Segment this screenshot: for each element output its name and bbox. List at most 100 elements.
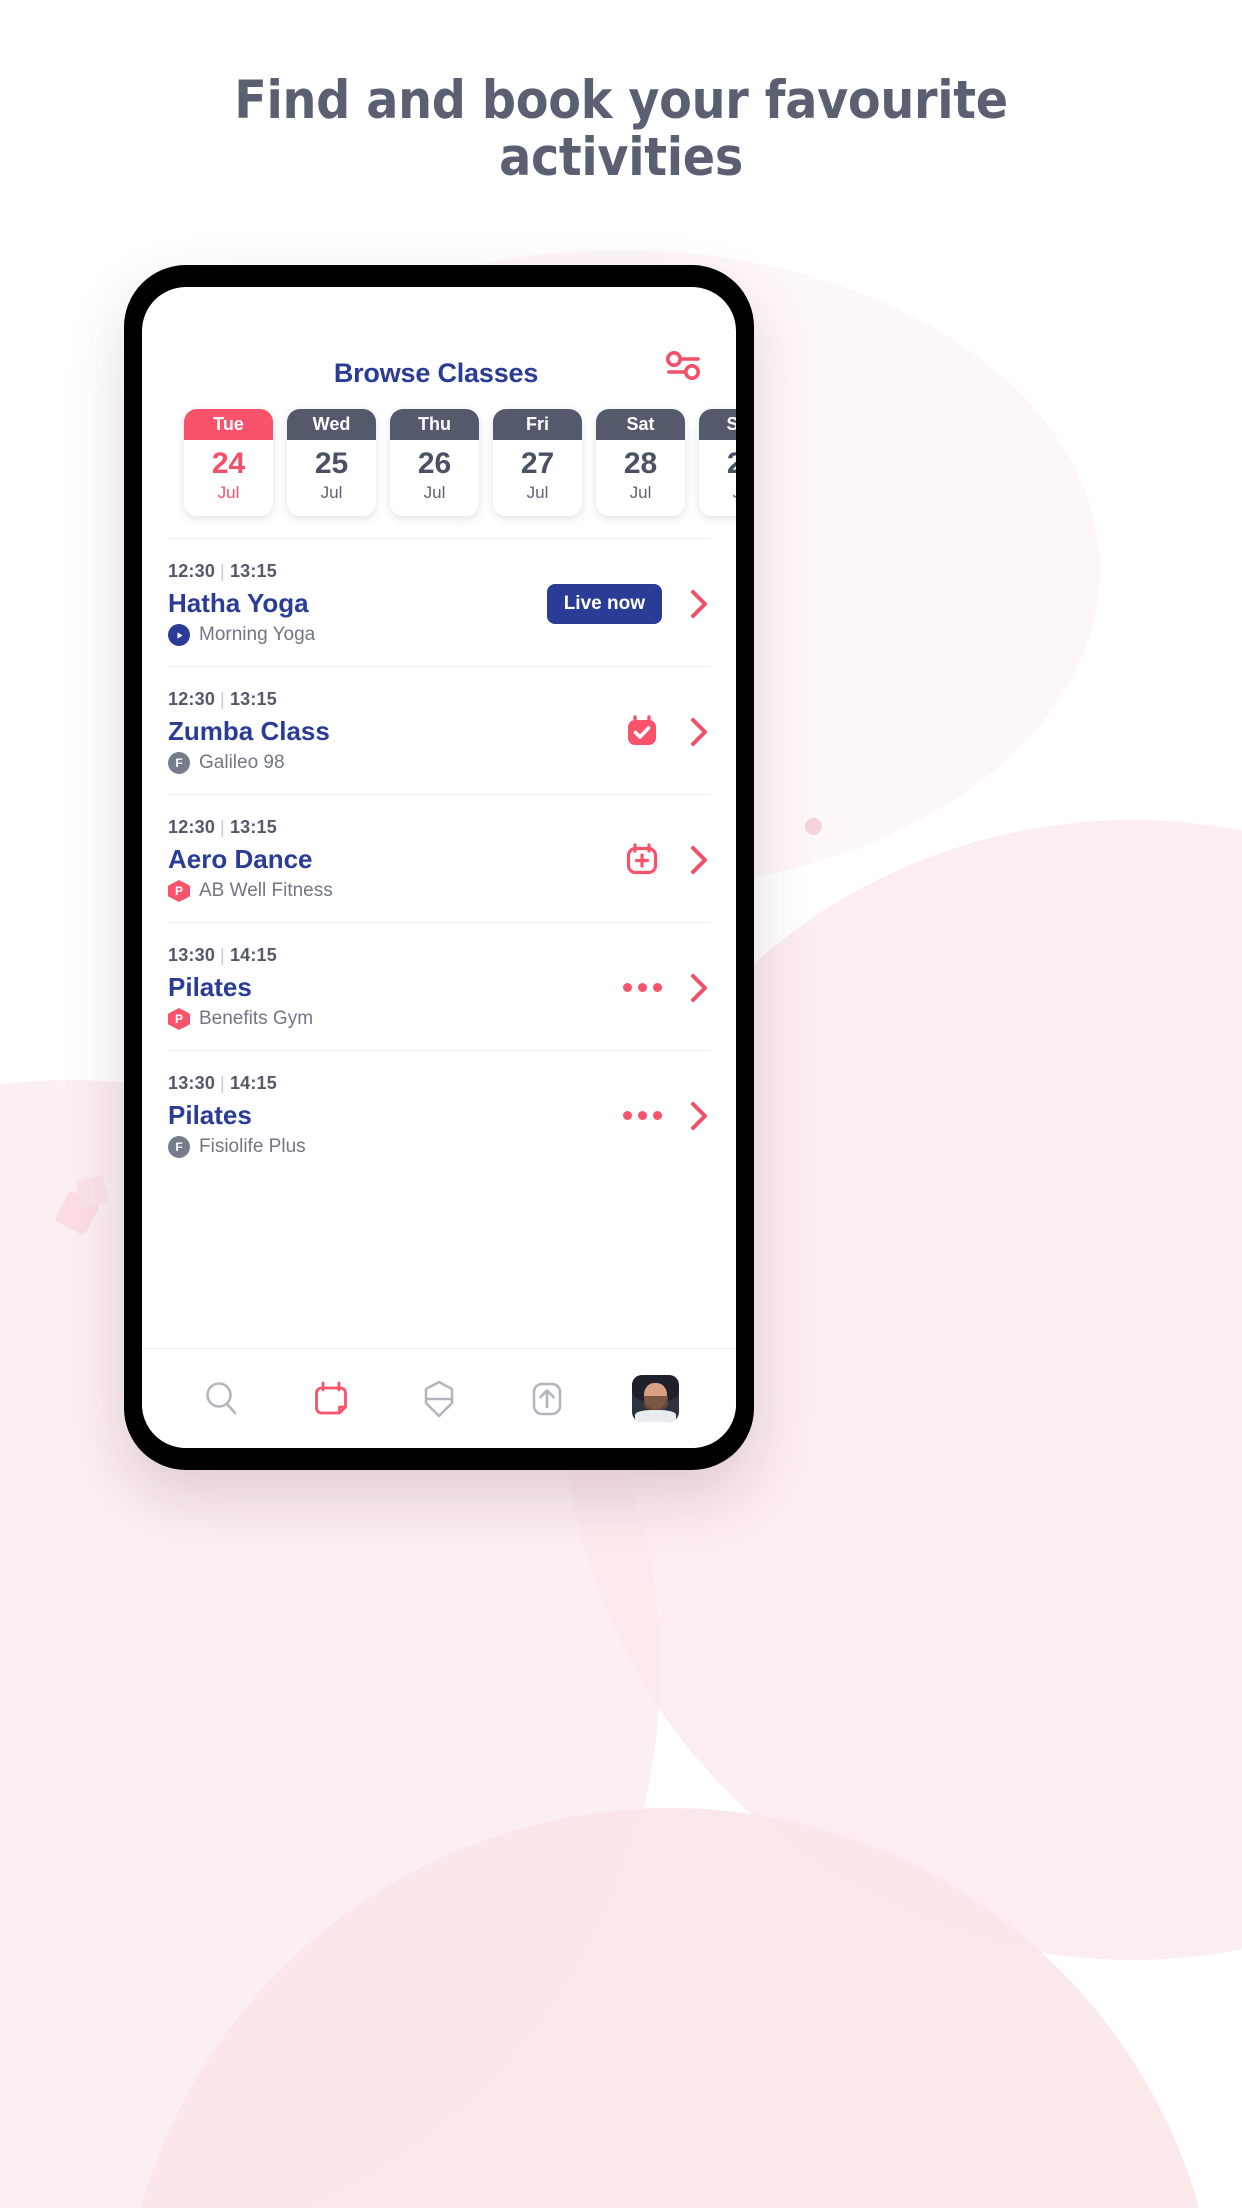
date-chip-2[interactable]: Thu 26 Jul [390,409,479,516]
class-venue: P AB Well Fitness [168,880,610,902]
calendar-plus-button[interactable] [622,841,662,879]
calendar-check-icon [628,714,656,745]
chevron-right-icon[interactable] [688,843,710,877]
class-info: 12:30 | 13:15 Aero Dance P AB Well Fitness [168,817,610,902]
search-icon [206,1381,237,1414]
phone-mockup: Browse Classes Tue 24 Jul Wed 25 Jul Thu… [124,265,754,1470]
date-chip-body: 26 Jul [390,440,479,516]
table-row[interactable]: 12:30 | 13:15 Aero Dance P AB Well Fitness [168,794,710,922]
class-start-time: 12:30 [168,689,216,709]
date-chip-month: Jul [526,483,549,502]
date-chip-body: 24 Jul [184,440,273,516]
class-name: Pilates [168,1100,252,1130]
class-venue: F Galileo 98 [168,752,610,774]
date-chip-1[interactable]: Wed 25 Jul [287,409,376,516]
chevron-right-icon[interactable] [688,971,710,1005]
venue-badge-icon: P [168,880,190,902]
class-venue-label: AB Well Fitness [199,880,333,901]
date-chip-4[interactable]: Sat 28 Jul [596,409,685,516]
class-name: Hatha Yoga [168,588,309,618]
time-separator: | [220,1073,225,1093]
table-row[interactable]: 12:30 | 13:15 Zumba Class F Galileo 98 [168,666,710,794]
calendar-icon [314,1381,347,1414]
class-venue-label: Morning Yoga [199,624,316,645]
class-time: 13:30 | 14:15 [168,945,610,966]
class-info: 12:30 | 13:15 Hatha Yoga Morning Yoga [168,561,535,646]
nav-item-profile[interactable] [628,1371,684,1427]
date-chip-day: 24 [211,447,246,480]
bottom-navigation [142,1348,736,1448]
date-chip-0[interactable]: Tue 24 Jul [184,409,273,516]
decorative-dot [805,818,822,835]
date-chip-dow: Wed [287,409,376,440]
class-time: 12:30 | 13:15 [168,561,535,582]
class-info: 12:30 | 13:15 Zumba Class F Galileo 98 [168,689,610,774]
chevron-right-icon[interactable] [688,1099,710,1133]
time-separator: | [220,945,225,965]
nav-item-upload[interactable] [519,1371,575,1427]
chevron-right-icon[interactable] [688,715,710,749]
live-now-badge[interactable]: Live now [546,583,662,624]
venue-badge-icon: F [168,1136,190,1158]
class-end-time: 14:15 [229,1073,277,1093]
class-start-time: 13:30 [168,945,216,965]
class-time: 13:30 | 14:15 [168,1073,610,1094]
shield-icon [424,1380,454,1417]
date-chip-dow: Thu [390,409,479,440]
chevron-right-icon[interactable] [688,587,710,621]
sliders-icon [666,351,700,380]
date-chip-month: Jul [629,483,652,502]
app-header: Browse Classes [142,287,736,399]
more-options-button[interactable] [622,983,662,992]
avatar-body [635,1409,677,1422]
class-info: 13:30 | 14:15 Pilates F Fisiolife Plus [168,1073,610,1158]
time-separator: | [220,561,225,581]
nav-item-search[interactable] [194,1371,250,1427]
class-name: Pilates [168,972,252,1002]
row-actions: Live now [535,583,710,624]
date-chip-month: Jul [699,482,736,504]
app-title: Browse Classes [333,358,539,388]
class-list: 12:30 | 13:15 Hatha Yoga Morning Yoga Live… [142,538,736,1178]
class-venue: F Fisiolife Plus [168,1136,610,1158]
class-end-time: 13:15 [229,689,277,709]
nav-item-shield[interactable] [411,1371,467,1427]
filter-button[interactable] [660,341,708,389]
calendar-check-button[interactable] [622,713,662,751]
time-separator: | [220,689,225,709]
date-chip-3[interactable]: Fri 27 Jul [493,409,582,516]
date-chip-5[interactable]: Sun 29 Jul [699,409,736,516]
class-start-time: 12:30 [168,817,216,837]
table-row[interactable]: 13:30 | 14:15 Pilates F Fisiolife Plus [168,1050,710,1178]
class-venue: Morning Yoga [168,624,535,646]
date-chip-dow: Tue [184,409,273,440]
date-strip[interactable]: Tue 24 Jul Wed 25 Jul Thu 26 Jul Fri 27 … [142,399,736,538]
date-chip-month: Jul [217,483,240,502]
date-chip-body: 28 Jul [596,440,685,516]
class-end-time: 13:15 [229,561,277,581]
class-end-time: 14:15 [229,945,277,965]
row-actions [610,1099,710,1133]
date-chip-day: 25 [314,447,349,480]
class-venue: P Benefits Gym [168,1008,610,1030]
more-options-button[interactable] [622,1111,662,1120]
class-start-time: 13:30 [168,1073,216,1093]
play-icon [168,624,190,646]
class-venue-label: Galileo 98 [199,752,285,773]
class-name: Zumba Class [168,716,330,746]
table-row[interactable]: 12:30 | 13:15 Hatha Yoga Morning Yoga Live… [168,538,710,666]
class-venue-label: Fisiolife Plus [199,1136,306,1157]
date-chip-body: 27 Jul [493,440,582,516]
phone-screen: Browse Classes Tue 24 Jul Wed 25 Jul Thu… [142,287,736,1448]
table-row[interactable]: 13:30 | 14:15 Pilates P Benefits Gym [168,922,710,1050]
nav-item-calendar[interactable] [303,1371,359,1427]
class-venue-label: Benefits Gym [199,1008,314,1029]
class-time: 12:30 | 13:15 [168,817,610,838]
venue-badge-icon: P [168,1008,190,1030]
time-separator: | [220,817,225,837]
class-name: Aero Dance [168,844,313,874]
class-end-time: 13:15 [229,817,277,837]
date-chip-dow: Fri [493,409,582,440]
date-chip-month: Jul [423,483,446,502]
row-actions [610,971,710,1005]
